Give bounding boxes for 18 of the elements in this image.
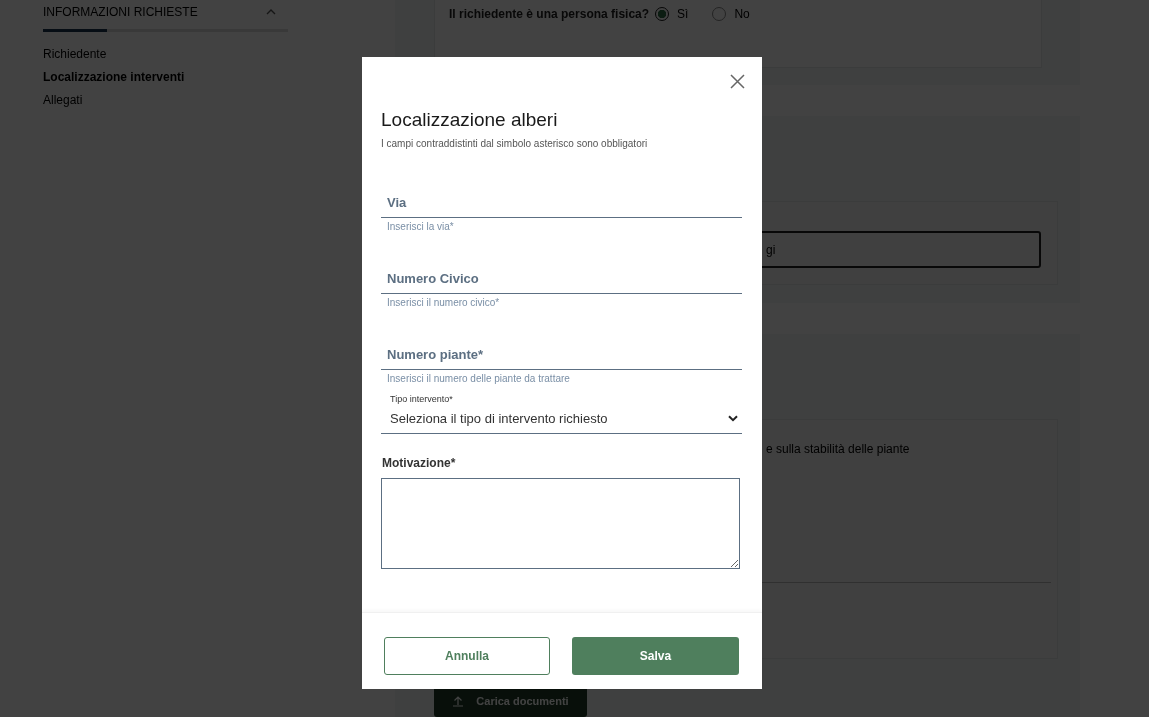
field-hint: Inserisci la via*: [387, 221, 455, 232]
modal-title: Localizzazione alberi: [381, 109, 559, 131]
sidebar-title: INFORMAZIONI RICHIESTE: [43, 5, 198, 19]
radio-label: Sì: [677, 7, 689, 21]
close-button[interactable]: [730, 74, 745, 89]
field-hint: Inserisci il numero delle piante da trattare: [387, 373, 571, 384]
field-label: Motivazione*: [382, 456, 457, 470]
option-text: e sulla stabilità delle piante: [766, 442, 910, 456]
question-label: Il richiedente è una persona fisica?: [449, 7, 650, 21]
field-hint: Inserisci il numero civico*: [387, 297, 501, 308]
cancel-button[interactable]: Annulla: [384, 637, 550, 675]
text-area[interactable]: [381, 478, 740, 569]
radio-label: No: [734, 7, 750, 21]
select-field[interactable]: Seleziona il tipo di intervento richiesto: [381, 404, 742, 434]
save-button[interactable]: Salva: [572, 637, 739, 675]
field-label: Tipo intervento*: [390, 394, 454, 404]
modal-subtitle: I campi contraddistinti dal simbolo asterisco sono obbligatori: [381, 138, 649, 149]
chevron-down-icon: [728, 415, 738, 422]
